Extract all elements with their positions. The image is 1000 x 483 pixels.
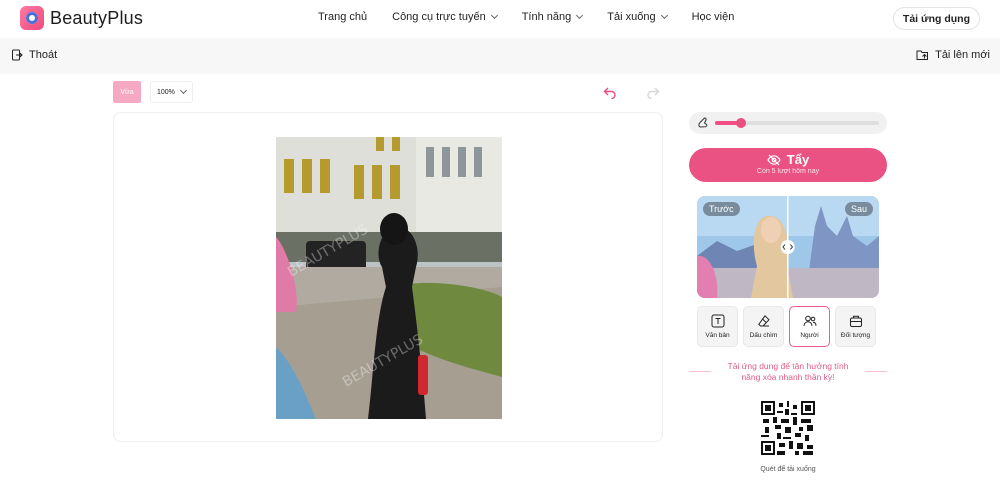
tool-people[interactable]: Người — [789, 306, 830, 347]
tool-watermark-label: Dấu chìm — [749, 332, 778, 339]
tool-text[interactable]: Văn bản — [697, 306, 738, 347]
promo-divider-right — [865, 371, 887, 372]
tool-object-label: Đối tượng — [840, 332, 871, 339]
nav-downloads-label: Tải xuống — [607, 11, 656, 23]
qr-caption: Quét để tải xuống — [760, 466, 816, 473]
nav-features[interactable]: Tính năng — [521, 11, 584, 23]
nav-downloads[interactable]: Tải xuống — [607, 11, 668, 23]
app-promo: Tải ứng dụng để tận hưởng tính năng xóa … — [689, 361, 887, 383]
nav-home[interactable]: Trang chủ — [318, 11, 367, 23]
nav-features-label: Tính năng — [521, 11, 572, 23]
brand-logo[interactable]: BeautyPlus — [20, 6, 143, 30]
editor-canvas[interactable]: BEAUTYPLUS BEAUTYPLUS — [113, 112, 663, 442]
people-icon — [803, 315, 816, 327]
redo-icon[interactable] — [646, 85, 660, 99]
nav-home-label: Trang chủ — [318, 11, 368, 23]
tool-object[interactable]: Đối tượng — [835, 306, 876, 347]
brush-size-slider[interactable] — [689, 112, 887, 134]
top-navbar: BeautyPlus Trang chủ Công cụ trực tuyến … — [0, 0, 1000, 38]
nav-academy[interactable]: Học viện — [692, 11, 735, 23]
upload-new-label: Tải lên mới — [935, 49, 990, 61]
object-icon — [849, 315, 862, 327]
tool-watermark[interactable]: Dấu chìm — [743, 306, 784, 347]
beautyplus-logo-icon — [20, 6, 44, 30]
nav-online-tools-label: Công cụ trực tuyến — [392, 11, 486, 23]
upload-new-button[interactable]: Tải lên mới — [916, 49, 990, 61]
erase-title: Tẩy — [786, 152, 810, 167]
fit-button[interactable]: Vừa — [113, 81, 141, 103]
erase-mode-tools: Văn bản Dấu chìm Người Đối tượng — [697, 306, 876, 347]
exit-icon — [12, 49, 23, 61]
editor-subbar: Thoát Tải lên mới — [0, 38, 1000, 74]
brush-size-icon — [698, 117, 708, 128]
chevron-down-icon — [576, 11, 584, 20]
slider-thumb[interactable] — [736, 118, 747, 128]
before-label: Trước — [703, 202, 740, 216]
exit-label: Thoát — [29, 49, 58, 61]
tool-text-label: Văn bản — [705, 332, 730, 339]
chevron-down-icon — [490, 11, 498, 20]
zoom-select[interactable]: 100% — [150, 81, 193, 103]
chevron-down-icon — [660, 11, 668, 20]
qr-code — [761, 401, 815, 455]
zoom-value: 100% — [157, 88, 175, 96]
after-label: Sau — [844, 202, 873, 216]
undo-icon[interactable] — [603, 85, 617, 99]
photo-illustration: BEAUTYPLUS BEAUTYPLUS — [276, 137, 502, 419]
folder-upload-icon — [916, 50, 929, 60]
erase-remaining: Còn 5 lượt hôm nay — [756, 168, 820, 175]
erase-button[interactable]: Tẩy Còn 5 lượt hôm nay — [689, 148, 887, 182]
text-icon — [711, 314, 724, 328]
before-after-preview[interactable]: Trước Sau — [697, 196, 879, 298]
nav-academy-label: Học viện — [691, 11, 735, 23]
promo-text: Tải ứng dụng để tận hưởng tính năng xóa … — [727, 361, 849, 382]
slider-track — [715, 118, 879, 128]
eye-slash-icon — [767, 154, 781, 165]
canvas-toolbar: Vừa 100% — [113, 81, 663, 103]
main-nav: Trang chủ Công cụ trực tuyến Tính năng T… — [318, 11, 734, 23]
edited-photo[interactable]: BEAUTYPLUS BEAUTYPLUS — [276, 137, 502, 419]
get-app-button[interactable]: Tải ứng dụng — [892, 7, 980, 30]
chevron-down-icon — [179, 86, 188, 95]
exit-button[interactable]: Thoát — [11, 49, 57, 61]
promo-divider-left — [689, 371, 711, 372]
eraser-icon — [757, 315, 770, 327]
brand-name: BeautyPlus — [50, 7, 144, 28]
tool-people-label: Người — [800, 332, 819, 339]
nav-online-tools[interactable]: Công cụ trực tuyến — [392, 11, 498, 23]
